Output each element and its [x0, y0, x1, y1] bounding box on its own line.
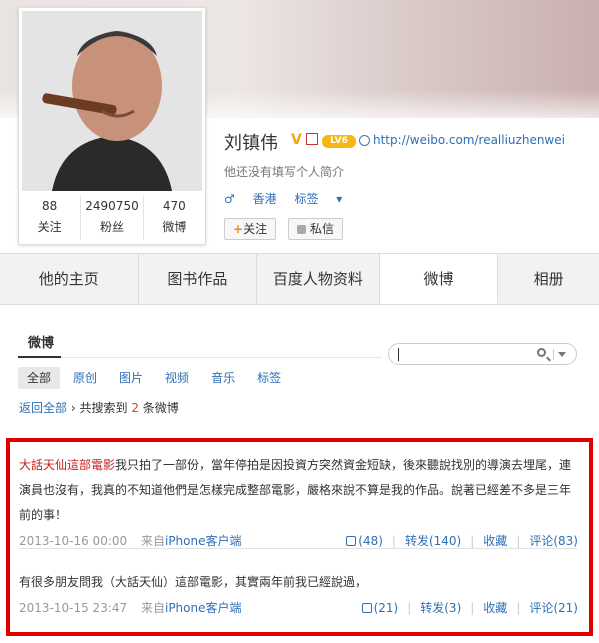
filter-image[interactable]: 图片: [110, 367, 152, 389]
post-footer: 2013-10-15 23:47 来自iPhone客户端 (21) | 转发(3) |…: [19, 599, 581, 617]
profile-url-link[interactable]: http://weibo.com/realliuzhenwei: [373, 133, 565, 147]
avatar-photo: [22, 11, 202, 191]
post-time[interactable]: 2013-10-15 23:47: [19, 601, 127, 615]
source-link[interactable]: iPhone客户端: [165, 534, 242, 548]
message-label: 私信: [310, 222, 335, 236]
stat-number: 2490750: [85, 199, 139, 213]
like-button[interactable]: (48): [346, 534, 383, 548]
follow-button[interactable]: +关注: [224, 218, 277, 240]
post-text: 大話天仙這部電影我只拍了一部份，當年停拍是因投資方突然資金短缺，後來聽說找別的導…: [19, 453, 581, 528]
list-item: 有很多朋友問我（大話天仙）這部電影，其實兩年前我已經說過， 2013-10-15…: [19, 570, 581, 617]
tab-baidu-profile[interactable]: 百度人物资料: [257, 254, 380, 304]
section-divider: [18, 357, 382, 358]
filter-original[interactable]: 原创: [64, 367, 106, 389]
topic-link[interactable]: 大話天仙這部電影: [19, 458, 115, 472]
post-actions: (48) | 转发(140) | 收藏 | 评论(83): [346, 532, 578, 549]
section-title: 微博: [28, 336, 55, 351]
profile-stats: 88 关注 2490750 粉丝 470 微博: [19, 196, 205, 240]
post-body: 有很多朋友問我（大話天仙）這部電影，其實兩年前我已經說過，: [19, 575, 368, 589]
post-source: 来自iPhone客户端: [141, 534, 242, 548]
tab-album[interactable]: 相册: [498, 254, 599, 304]
comment-button[interactable]: 评论(21): [529, 601, 578, 615]
stat-number: 88: [42, 199, 58, 213]
profile-name: 刘镇伟: [224, 133, 278, 154]
post-text: 有很多朋友問我（大話天仙）這部電影，其實兩年前我已經說過，: [19, 570, 581, 595]
search-divider: [553, 349, 554, 360]
filter-video[interactable]: 视频: [156, 367, 198, 389]
action-separator: |: [470, 534, 475, 548]
result-prefix: 共搜索到: [79, 401, 128, 415]
filter-all[interactable]: 全部: [18, 367, 61, 389]
action-separator: |: [391, 534, 396, 548]
level-badge[interactable]: LV6: [322, 135, 356, 148]
result-suffix: 条微博: [142, 401, 179, 415]
filter-bar: 全部 原创 图片 视频 音乐 标签: [18, 367, 294, 389]
post-time[interactable]: 2013-10-16 00:00: [19, 534, 127, 548]
action-separator: |: [407, 601, 412, 615]
source-link[interactable]: iPhone客户端: [165, 601, 242, 615]
plus-icon: +: [233, 222, 244, 236]
tags-dropdown[interactable]: 标签 ▾: [294, 192, 356, 206]
tab-books[interactable]: 图书作品: [139, 254, 258, 304]
follow-label: 关注: [243, 222, 268, 236]
filter-tag[interactable]: 标签: [248, 367, 290, 389]
repost-button[interactable]: 转发(140): [405, 534, 461, 548]
like-count: (21): [373, 601, 399, 615]
result-count: 2: [131, 401, 139, 415]
text-caret: [398, 348, 399, 361]
tab-home[interactable]: 他的主页: [0, 254, 139, 304]
search-input[interactable]: [388, 343, 577, 365]
avatar[interactable]: [22, 11, 202, 191]
back-all-link[interactable]: 返回全部: [19, 401, 67, 415]
stat-number: 470: [162, 199, 186, 213]
stat-label: 粉丝: [99, 220, 124, 234]
thumbs-up-icon: [346, 536, 357, 546]
profile-intro: 他还没有填写个人简介: [224, 165, 345, 179]
action-separator: |: [470, 601, 475, 615]
stat-label: 微博: [162, 220, 187, 234]
tab-weibo[interactable]: 微博: [379, 254, 499, 304]
source-prefix: 来自: [140, 534, 165, 548]
action-separator: |: [516, 601, 521, 615]
post-divider: [19, 548, 577, 549]
action-separator: |: [516, 534, 521, 548]
filter-music[interactable]: 音乐: [202, 367, 244, 389]
like-button[interactable]: (21): [361, 601, 399, 615]
profile-meta: ♂ 香港 标签 ▾: [224, 190, 370, 207]
repost-button[interactable]: 转发(3): [420, 601, 461, 615]
favorite-button[interactable]: 收藏: [483, 601, 507, 615]
stat-following[interactable]: 88 关注: [19, 196, 82, 240]
verified-v-icon[interactable]: V: [291, 132, 302, 148]
list-item: 大話天仙這部電影我只拍了一部份，當年停拍是因投資方突然資金短缺，後來聽說找別的導…: [19, 453, 581, 550]
message-button[interactable]: 私信: [288, 218, 344, 240]
comment-button[interactable]: 评论(83): [529, 534, 578, 548]
post-actions: (21) | 转发(3) | 收藏 | 评论(21): [361, 599, 578, 616]
like-count: (48): [358, 534, 383, 548]
message-icon: [297, 225, 306, 234]
favorite-button[interactable]: 收藏: [483, 534, 507, 548]
section-title-underline: [18, 356, 61, 358]
profile-tabs: 他的主页 图书作品 百度人物资料 微博 相册: [0, 253, 599, 305]
stat-label: 关注: [37, 220, 62, 234]
location-link[interactable]: 香港: [253, 192, 277, 206]
post-source: 来自iPhone客户端: [141, 601, 242, 615]
search-icon[interactable]: [537, 348, 546, 357]
breadcrumb: 返回全部 › 共搜索到 2 条微博: [19, 399, 179, 416]
verified-flag-icon[interactable]: [306, 133, 318, 145]
thumbs-up-icon: [361, 603, 372, 613]
avatar-card: 88 关注 2490750 粉丝 470 微博: [18, 7, 206, 245]
chevron-down-icon[interactable]: [558, 352, 566, 357]
stat-fans[interactable]: 2490750 粉丝: [81, 196, 144, 240]
chevron-down-icon: ▾: [336, 192, 343, 206]
tags-label: 标签: [294, 192, 319, 206]
stat-posts[interactable]: 470 微博: [144, 196, 205, 240]
source-prefix: 来自: [140, 601, 165, 615]
gender-male-icon: ♂: [224, 192, 235, 206]
globe-icon: [359, 135, 370, 146]
